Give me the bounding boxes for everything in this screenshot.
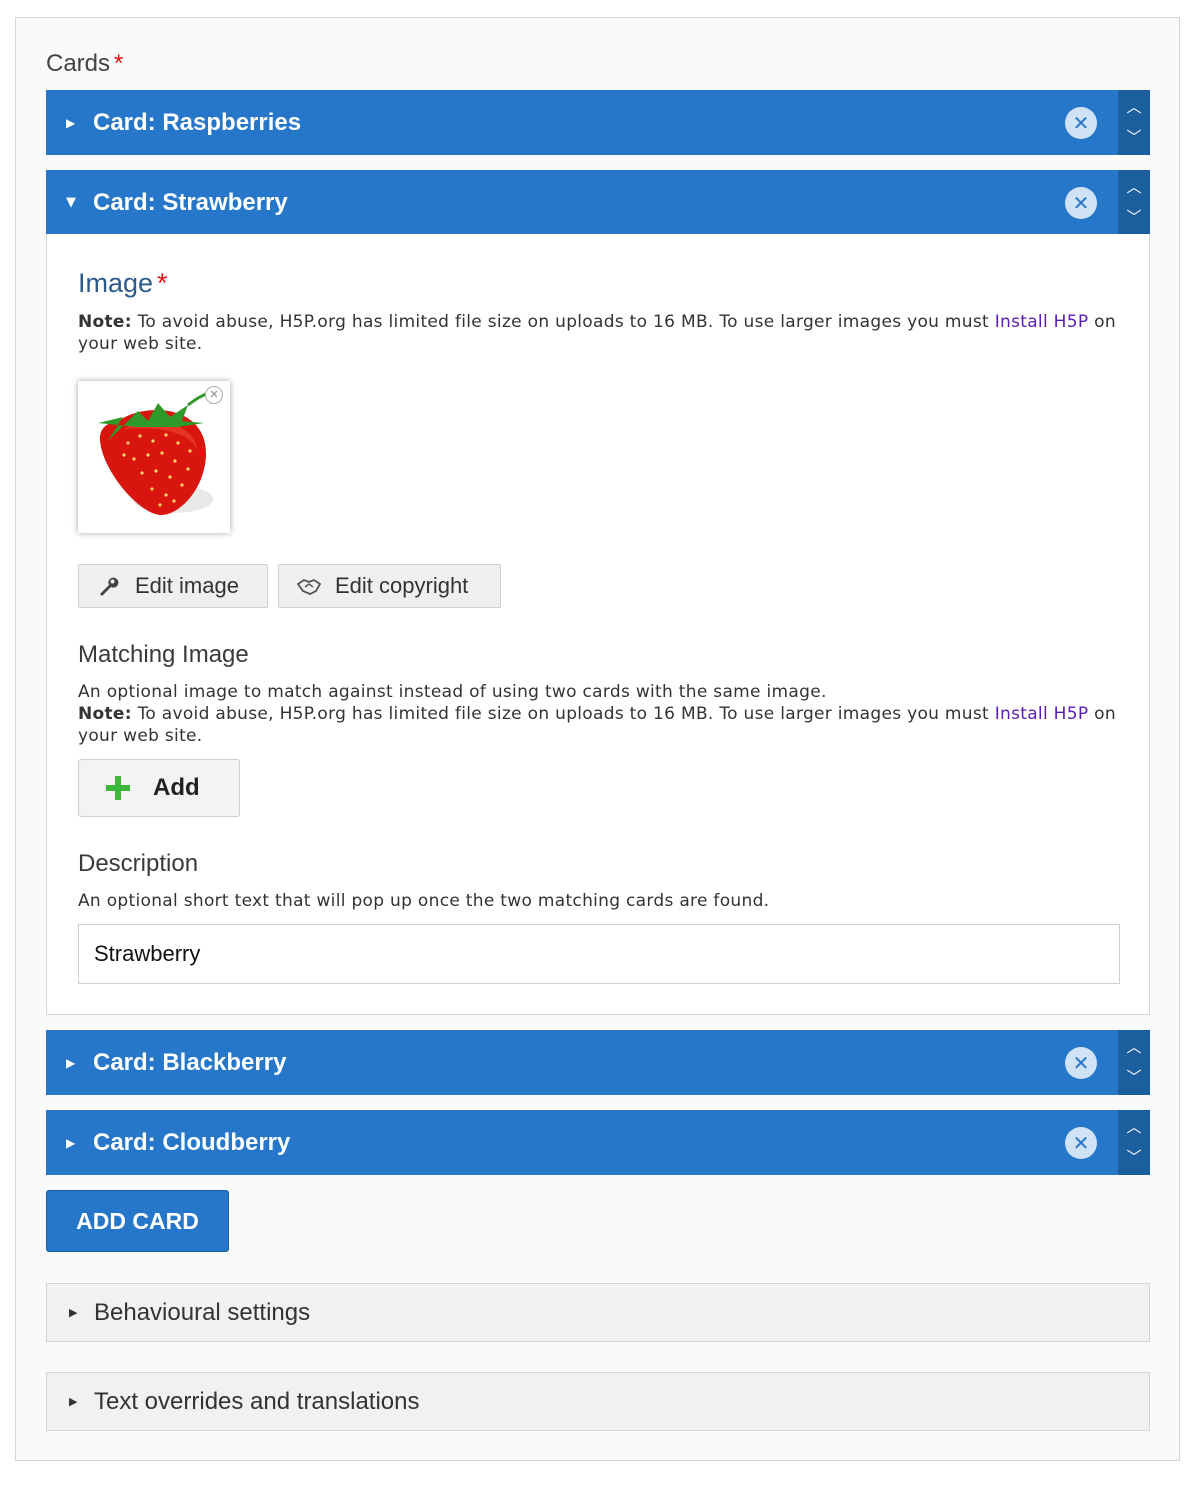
matching-image-note: Note: To avoid abuse, H5P.org has limite… [78,703,1118,747]
note-label: Note: [78,312,132,332]
chevron-down-icon[interactable]: ﹀ [1118,1066,1150,1087]
card-header-strawberry[interactable]: ▼ Card: Strawberry ✕ ︿ ﹀ [46,170,1150,235]
note-text: To avoid abuse, H5P.org has limited file… [131,312,995,332]
chevron-down-icon[interactable]: ﹀ [1118,206,1150,227]
image-note: Note: To avoid abuse, H5P.org has limite… [78,311,1118,355]
edit-image-button[interactable]: Edit image [78,564,268,608]
chevron-down-icon[interactable]: ﹀ [1118,126,1150,147]
add-matching-image-button[interactable]: Add [78,759,240,817]
required-mark: * [157,268,168,298]
close-circle-icon[interactable]: ✕ [1065,187,1097,219]
description-input[interactable]: Strawberry [78,924,1120,984]
group-label: Behavioural settings [94,1299,311,1326]
description-help: An optional short text that will pop up … [78,891,770,911]
image-thumbnail[interactable]: ✕ [78,381,230,533]
card-header-raspberries[interactable]: ▶ Card: Raspberries ✕ ︿ ﹀ [46,90,1150,155]
image-field-title: Image * [78,268,168,299]
reorder-controls: ︿ ﹀ [1118,90,1150,155]
strawberry-image [98,391,213,516]
add-card-button[interactable]: ADD CARD [46,1190,229,1252]
expand-caret-icon[interactable]: ▶ [66,1030,75,1095]
required-mark: * [114,50,124,77]
remove-image-icon[interactable]: ✕ [205,386,223,404]
matching-description-text: An optional image to match against inste… [78,682,827,702]
add-label: Add [153,774,200,801]
cards-label: Cards * [46,50,123,78]
close-circle-icon[interactable]: ✕ [1065,1047,1097,1079]
expand-caret-icon[interactable]: ▶ [66,90,75,155]
edit-copyright-label: Edit copyright [335,573,469,598]
card-title: Card: Raspberries [93,109,302,136]
note-label: Note: [78,704,132,724]
expand-caret-icon[interactable]: ▶ [69,1284,77,1341]
matching-image-title: Matching Image [78,641,249,668]
reorder-controls: ︿ ﹀ [1118,170,1150,235]
card-body-strawberry: Image * Note: To avoid abuse, H5P.org has… [46,234,1150,1015]
plus-icon [105,775,131,801]
chevron-up-icon[interactable]: ︿ [1118,1116,1150,1137]
card-header-blackberry[interactable]: ▶ Card: Blackberry ✕ ︿ ﹀ [46,1030,1150,1095]
install-h5p-link[interactable]: Install H5P [995,704,1089,724]
edit-image-label: Edit image [135,573,239,598]
cards-label-text: Cards [46,50,111,77]
edit-copyright-button[interactable]: Edit copyright [278,564,501,608]
chevron-up-icon[interactable]: ︿ [1118,1036,1150,1057]
card-title: Card: Cloudberry [93,1129,291,1156]
text-overrides-group[interactable]: ▶ Text overrides and translations [46,1372,1150,1431]
image-title-text: Image [78,268,154,298]
card-title: Card: Blackberry [93,1049,287,1076]
collapse-caret-icon[interactable]: ▼ [66,170,76,235]
close-circle-icon[interactable]: ✕ [1065,1127,1097,1159]
install-h5p-link[interactable]: Install H5P [995,312,1089,332]
reorder-controls: ︿ ﹀ [1118,1110,1150,1175]
note-text: To avoid abuse, H5P.org has limited file… [131,704,995,724]
expand-caret-icon[interactable]: ▶ [69,1373,77,1430]
matching-image-description: An optional image to match against inste… [78,681,1118,747]
chevron-up-icon[interactable]: ︿ [1118,176,1150,197]
behavioural-settings-group[interactable]: ▶ Behavioural settings [46,1283,1150,1342]
close-circle-icon[interactable]: ✕ [1065,107,1097,139]
expand-caret-icon[interactable]: ▶ [66,1110,75,1175]
chevron-down-icon[interactable]: ﹀ [1118,1146,1150,1167]
description-title: Description [78,850,199,877]
card-title: Card: Strawberry [93,189,288,216]
chevron-up-icon[interactable]: ︿ [1118,96,1150,117]
group-label: Text overrides and translations [94,1388,420,1415]
card-header-cloudberry[interactable]: ▶ Card: Cloudberry ✕ ︿ ﹀ [46,1110,1150,1175]
reorder-controls: ︿ ﹀ [1118,1030,1150,1095]
wrench-icon [97,575,121,597]
handshake-icon [297,576,321,596]
